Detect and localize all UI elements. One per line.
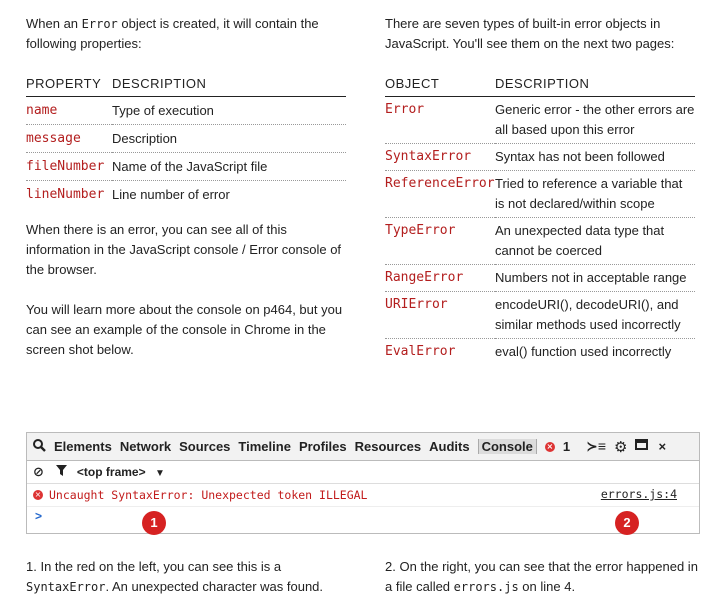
tab-resources[interactable]: Resources — [355, 439, 421, 454]
object-name: SyntaxError — [385, 143, 495, 171]
frame-select[interactable]: <top frame> ▼ — [77, 465, 165, 479]
tab-profiles[interactable]: Profiles — [299, 439, 347, 454]
caption-2: 2. On the right, you can see that the er… — [385, 559, 698, 594]
devtools-toolbar: Elements Network Sources Timeline Profil… — [27, 433, 699, 461]
properties-table: PROPERTY DESCRIPTION name Type of execut… — [26, 74, 346, 208]
console-error-message: × Uncaught SyntaxError: Unexpected token… — [27, 484, 699, 507]
right-column: There are seven types of built-in error … — [385, 14, 695, 365]
table-row: lineNumber Line number of error — [26, 181, 346, 209]
table-row: fileNumber Name of the JavaScript file — [26, 152, 346, 181]
devtools-console: Elements Network Sources Timeline Profil… — [26, 432, 700, 534]
error-source-link[interactable]: errors.js:4 — [601, 487, 677, 501]
error-icon: × — [33, 490, 43, 500]
table-row: message Description — [26, 124, 346, 153]
tab-console[interactable]: Console — [477, 439, 537, 454]
filter-icon[interactable] — [55, 465, 67, 479]
object-name: EvalError — [385, 344, 456, 359]
left-column: When an Error object is created, it will… — [26, 14, 346, 380]
drawer-icon[interactable]: ≻≡ — [586, 438, 606, 455]
close-icon[interactable]: × — [658, 439, 666, 454]
object-description: Syntax has not been followed — [495, 143, 695, 171]
dock-icon[interactable] — [635, 438, 650, 455]
table-row: EvalError eval() function used incorrect… — [385, 339, 695, 366]
console-prompt[interactable]: > — [27, 507, 699, 525]
object-description: Tried to reference a variable that is no… — [495, 170, 695, 218]
error-count-icon: × — [544, 441, 555, 452]
tab-sources[interactable]: Sources — [179, 439, 230, 454]
description-header: DESCRIPTION — [112, 74, 346, 97]
callout-marker-2: 2 — [615, 511, 639, 535]
object-description: An unexpected data type that cannot be c… — [495, 217, 695, 265]
table-row: name Type of execution — [26, 96, 346, 125]
property-description: Line number of error — [112, 186, 230, 202]
object-name: ReferenceError — [385, 170, 495, 218]
object-description: eval() function used incorrectly — [495, 344, 672, 359]
property-name: lineNumber — [26, 186, 105, 202]
table-row: URIError encodeURI(), decodeURI(), and s… — [385, 291, 695, 339]
property-name: name — [26, 96, 112, 125]
frame-selector-row: ⊘ <top frame> ▼ — [27, 461, 699, 484]
property-description: Name of the JavaScript file — [112, 152, 346, 181]
tab-network[interactable]: Network — [120, 439, 171, 454]
object-name: TypeError — [385, 217, 495, 265]
left-body: When there is an error, you can see all … — [26, 220, 346, 360]
caption-1: 1. In the red on the left, you can see t… — [26, 559, 324, 594]
object-name: RangeError — [385, 264, 495, 292]
property-header: PROPERTY — [26, 74, 112, 97]
console-paragraph: When there is an error, you can see all … — [26, 222, 342, 277]
callout-marker-1: 1 — [142, 511, 166, 535]
object-description: Generic error - the other errors are all… — [495, 96, 695, 144]
object-name: Error — [385, 96, 495, 144]
property-description: Description — [112, 124, 346, 153]
clear-icon[interactable]: ⊘ — [33, 464, 44, 480]
settings-icon[interactable]: ⚙ — [614, 438, 627, 456]
description-header: DESCRIPTION — [495, 74, 695, 97]
chevron-down-icon: ▼ — [154, 468, 165, 479]
object-header: OBJECT — [385, 74, 495, 97]
table-row: RangeError Numbers not in acceptable ran… — [385, 264, 695, 292]
table-row: SyntaxError Syntax has not been followed — [385, 143, 695, 171]
table-row: ReferenceError Tried to reference a vari… — [385, 170, 695, 218]
object-description: encodeURI(), decodeURI(), and similar me… — [495, 291, 695, 339]
object-description: Numbers not in acceptable range — [495, 264, 695, 292]
caption-code: SyntaxError — [26, 580, 106, 594]
error-object-code: Error — [81, 17, 118, 31]
chrome-paragraph: You will learn more about the console on… — [26, 302, 343, 357]
object-name: URIError — [385, 291, 495, 339]
table-row: Error Generic error - the other errors a… — [385, 96, 695, 144]
tab-timeline[interactable]: Timeline — [238, 439, 291, 454]
table-row: TypeError An unexpected data type that c… — [385, 217, 695, 265]
tab-audits[interactable]: Audits — [429, 439, 469, 454]
tab-elements[interactable]: Elements — [54, 439, 112, 454]
property-name: fileNumber — [26, 152, 112, 181]
property-description: Type of execution — [112, 96, 346, 125]
error-count-badge[interactable]: × 1 — [544, 439, 578, 454]
right-intro: There are seven types of built-in error … — [385, 16, 675, 51]
property-name: message — [26, 124, 112, 153]
search-icon[interactable] — [33, 438, 46, 455]
caption-code: errors.js — [453, 580, 519, 594]
left-intro: When an Error object is created, it will… — [26, 16, 319, 51]
error-objects-table: OBJECT DESCRIPTION Error Generic error -… — [385, 74, 695, 365]
